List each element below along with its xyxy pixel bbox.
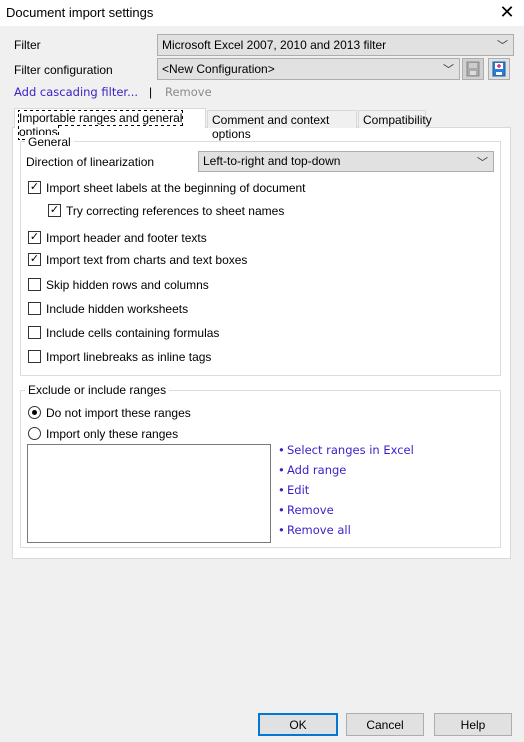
filter-configuration-select[interactable]: <New Configuration> ﹀ <box>157 58 460 80</box>
direction-select[interactable]: Left-to-right and top-down ﹀ <box>198 151 494 172</box>
filter-value: Microsoft Excel 2007, 2010 and 2013 filt… <box>162 38 387 52</box>
option-checkbox[interactable] <box>28 326 41 339</box>
range-action-link[interactable]: Add range <box>287 463 346 477</box>
bullet-icon: • <box>278 503 285 517</box>
remove-filter-link[interactable]: Remove <box>165 85 212 99</box>
option-label: Include hidden worksheets <box>46 302 189 316</box>
bullet-icon: • <box>278 463 285 477</box>
save-disk-icon <box>466 61 480 77</box>
filter-configuration-value: <New Configuration> <box>162 62 275 76</box>
bullet-icon: • <box>278 483 285 497</box>
radio-label: Do not import these ranges <box>46 406 191 420</box>
option-checkbox[interactable]: ✓ <box>28 253 41 266</box>
ranges-listbox[interactable] <box>27 444 271 543</box>
filter-configuration-label: Filter configuration <box>14 63 113 77</box>
option-label: Include cells containing formulas <box>46 326 220 340</box>
chevron-down-icon: ﹀ <box>443 64 454 76</box>
filter-select[interactable]: Microsoft Excel 2007, 2010 and 2013 filt… <box>157 34 514 56</box>
option-label: Try correcting references to sheet names <box>66 204 285 218</box>
ok-button[interactable]: OK <box>258 713 338 736</box>
option-label: Import header and footer texts <box>46 231 207 245</box>
option-checkbox[interactable]: ✓ <box>28 181 41 194</box>
option-label: Import sheet labels at the beginning of … <box>46 181 306 195</box>
close-icon[interactable]: ✕ <box>496 2 518 23</box>
option-label: Skip hidden rows and columns <box>46 278 209 292</box>
tab-importable-ranges[interactable]: Importable ranges and general options <box>14 108 206 140</box>
link-separator: | <box>149 85 153 99</box>
option-label: Import text from charts and text boxes <box>46 253 248 267</box>
chevron-down-icon: ﹀ <box>477 157 488 169</box>
direction-value: Left-to-right and top-down <box>203 154 341 168</box>
bullet-icon: • <box>278 523 285 537</box>
window-title: Document import settings <box>6 5 154 20</box>
add-cascading-filter-link[interactable]: Add cascading filter... <box>14 85 138 99</box>
range-action-link[interactable]: Remove <box>287 503 334 517</box>
range-action-link[interactable]: Edit <box>287 483 309 497</box>
new-disk-icon <box>492 61 506 77</box>
option-label: Import linebreaks as inline tags <box>46 350 212 364</box>
cancel-button[interactable]: Cancel <box>346 713 424 736</box>
tab-comment-context[interactable]: Comment and context options <box>207 110 357 141</box>
radio-label: Import only these ranges <box>46 427 179 441</box>
range-action-link[interactable]: Remove all <box>287 523 351 537</box>
option-checkbox[interactable]: ✓ <box>28 231 41 244</box>
chevron-down-icon: ﹀ <box>497 40 508 52</box>
option-checkbox[interactable] <box>28 278 41 291</box>
save-configuration-button[interactable] <box>462 58 484 80</box>
general-legend: General <box>25 135 74 149</box>
radio-import-only[interactable] <box>28 427 41 440</box>
option-checkbox[interactable] <box>28 302 41 315</box>
range-action-link[interactable]: Select ranges in Excel <box>287 443 414 457</box>
direction-label: Direction of linearization <box>26 155 155 169</box>
help-button[interactable]: Help <box>434 713 512 736</box>
radio-do-not-import[interactable] <box>28 406 41 419</box>
tab-label: Compatibility <box>363 113 432 127</box>
ranges-legend: Exclude or include ranges <box>25 383 170 397</box>
option-checkbox[interactable]: ✓ <box>48 204 61 217</box>
bullet-icon: • <box>278 443 285 457</box>
new-configuration-button[interactable] <box>488 58 510 80</box>
filter-label: Filter <box>14 38 41 52</box>
tab-compatibility[interactable]: Compatibility <box>358 110 432 128</box>
option-checkbox[interactable] <box>28 350 41 363</box>
